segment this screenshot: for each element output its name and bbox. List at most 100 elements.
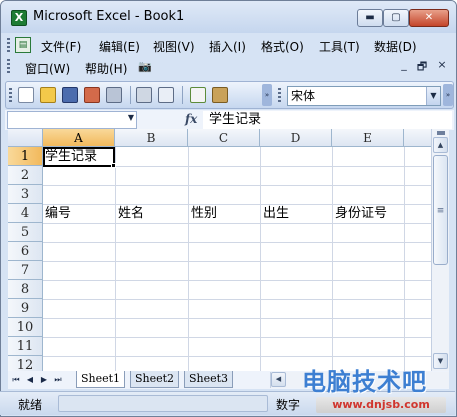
- font-name-value: 宋体: [291, 89, 316, 103]
- cell-a4[interactable]: 编号: [45, 205, 71, 223]
- row-header-3[interactable]: 3: [8, 185, 43, 204]
- column-header-a[interactable]: A: [43, 129, 115, 147]
- cell-b4[interactable]: 姓名: [118, 205, 144, 223]
- menu-tools[interactable]: 工具(T): [319, 38, 360, 55]
- prev-sheet-icon[interactable]: ◀: [24, 373, 36, 387]
- row-header-6[interactable]: 6: [8, 242, 43, 261]
- doc-minimize-button[interactable]: _: [397, 58, 411, 71]
- row-header-5[interactable]: 5: [8, 223, 43, 242]
- sheet-tab-sheet1[interactable]: Sheet1: [76, 371, 126, 388]
- column-header-d[interactable]: D: [260, 129, 332, 147]
- cell-e4[interactable]: 身份证号: [335, 205, 387, 223]
- row-header-11[interactable]: 11: [8, 337, 43, 356]
- row-header-10[interactable]: 10: [8, 318, 43, 337]
- worksheet-grid[interactable]: A B C D E 1 2 3 4 5 6 7 8 9 10 11 12 学生记…: [8, 129, 431, 371]
- column-header-f[interactable]: [404, 129, 431, 147]
- spelling-icon[interactable]: [190, 87, 206, 103]
- cell-c4[interactable]: 性别: [191, 205, 217, 223]
- new-file-icon[interactable]: [18, 87, 34, 103]
- next-sheet-icon[interactable]: ▶: [38, 373, 50, 387]
- sheet-tab-sheet3[interactable]: Sheet3: [184, 371, 234, 388]
- formula-bar: ▼ fx 学生记录: [5, 110, 454, 130]
- menu-view[interactable]: 视图(V): [153, 38, 195, 55]
- title-bar[interactable]: X Microsoft Excel - Book1 ▬ ▢ ✕: [1, 1, 456, 33]
- formatting-toolbar-grip[interactable]: [278, 88, 281, 104]
- menu-data[interactable]: 数据(D): [374, 38, 417, 55]
- gridline: [43, 242, 431, 243]
- menu-edit[interactable]: 编辑(E): [99, 38, 140, 55]
- watermark-url: www.dnjsb.com: [316, 397, 446, 413]
- select-all-corner[interactable]: [8, 129, 43, 147]
- open-folder-icon[interactable]: [40, 87, 56, 103]
- doc-close-button[interactable]: ×: [435, 58, 449, 71]
- gridline: [43, 223, 431, 224]
- minimize-button[interactable]: ▬: [357, 9, 383, 27]
- row-header-8[interactable]: 8: [8, 280, 43, 299]
- gridline: [43, 337, 431, 338]
- format-painter-icon[interactable]: [212, 87, 228, 103]
- last-sheet-icon[interactable]: ⏭: [52, 373, 64, 387]
- save-icon[interactable]: [62, 87, 78, 103]
- scroll-up-icon[interactable]: ▲: [433, 137, 448, 153]
- close-button[interactable]: ✕: [409, 9, 449, 27]
- insert-function-icon[interactable]: fx: [185, 112, 197, 126]
- menu-insert[interactable]: 插入(I): [209, 38, 246, 55]
- scroll-left-icon[interactable]: ◀: [271, 372, 286, 387]
- toolbar-options-chevron[interactable]: »: [262, 84, 272, 106]
- formatting-options-chevron[interactable]: »: [443, 84, 453, 106]
- gridline: [43, 261, 431, 262]
- doc-restore-button[interactable]: 🗗: [415, 58, 429, 77]
- split-box[interactable]: [437, 131, 445, 135]
- row-header-4[interactable]: 4: [8, 204, 43, 223]
- first-sheet-icon[interactable]: ⏮: [10, 373, 22, 387]
- status-ready: 就绪: [18, 398, 43, 412]
- sheet-tab-sheet2[interactable]: Sheet2: [130, 371, 180, 388]
- column-header-c[interactable]: C: [188, 129, 260, 147]
- maximize-button[interactable]: ▢: [383, 9, 409, 27]
- menu-window[interactable]: 窗口(W): [25, 60, 70, 77]
- gridline: [43, 299, 431, 300]
- fill-handle[interactable]: [111, 163, 116, 168]
- font-name-dropdown[interactable]: 宋体 ▼: [287, 86, 441, 106]
- gridline: [43, 280, 431, 281]
- vertical-scroll-thumb[interactable]: ≡: [433, 155, 448, 265]
- status-panel: [58, 395, 268, 412]
- column-header-e[interactable]: E: [332, 129, 404, 147]
- row-header-2[interactable]: 2: [8, 166, 43, 185]
- workbook-icon[interactable]: ▤: [15, 37, 31, 53]
- toolbar-separator: [130, 86, 131, 104]
- menu-file[interactable]: 文件(F): [41, 38, 81, 55]
- gridline: [43, 356, 431, 357]
- cell-d4[interactable]: 出生: [263, 205, 289, 223]
- active-cell-border: [43, 147, 115, 167]
- gridline: [43, 185, 431, 186]
- formula-input[interactable]: 学生记录: [203, 111, 452, 129]
- toolbar-grip[interactable]: [9, 88, 12, 104]
- camera-icon[interactable]: 📷: [138, 60, 152, 73]
- name-box[interactable]: ▼: [7, 111, 137, 129]
- row-header-9[interactable]: 9: [8, 299, 43, 318]
- chevron-down-icon[interactable]: ▼: [426, 87, 440, 105]
- scroll-down-icon[interactable]: ▼: [433, 353, 448, 369]
- watermark-logo: 电脑技术吧: [302, 368, 427, 396]
- permission-icon[interactable]: [84, 87, 100, 103]
- menu-bar: ▤ 文件(F) 编辑(E) 视图(V) 插入(I) 格式(O) 工具(T) 数据…: [5, 34, 454, 78]
- research-icon[interactable]: [158, 87, 174, 103]
- standard-toolbar: » 宋体 ▼ »: [5, 81, 454, 109]
- excel-app-icon[interactable]: X: [11, 10, 27, 26]
- menu-grip-row2[interactable]: [7, 59, 10, 75]
- menu-format[interactable]: 格式(O): [261, 38, 304, 55]
- print-preview-icon[interactable]: [136, 87, 152, 103]
- vertical-scrollbar[interactable]: ▲ ≡ ▼: [431, 129, 449, 371]
- name-box-dropdown-icon[interactable]: ▼: [128, 113, 134, 122]
- toolbar-separator: [182, 86, 183, 104]
- window-title: Microsoft Excel - Book1: [33, 9, 185, 24]
- menu-help[interactable]: 帮助(H): [85, 60, 127, 77]
- menu-grip[interactable]: [7, 38, 10, 54]
- row-header-1[interactable]: 1: [8, 147, 43, 166]
- print-icon[interactable]: [106, 87, 122, 103]
- gridline: [43, 318, 431, 319]
- row-header-7[interactable]: 7: [8, 261, 43, 280]
- row-header-12[interactable]: 12: [8, 356, 43, 371]
- column-header-b[interactable]: B: [115, 129, 188, 147]
